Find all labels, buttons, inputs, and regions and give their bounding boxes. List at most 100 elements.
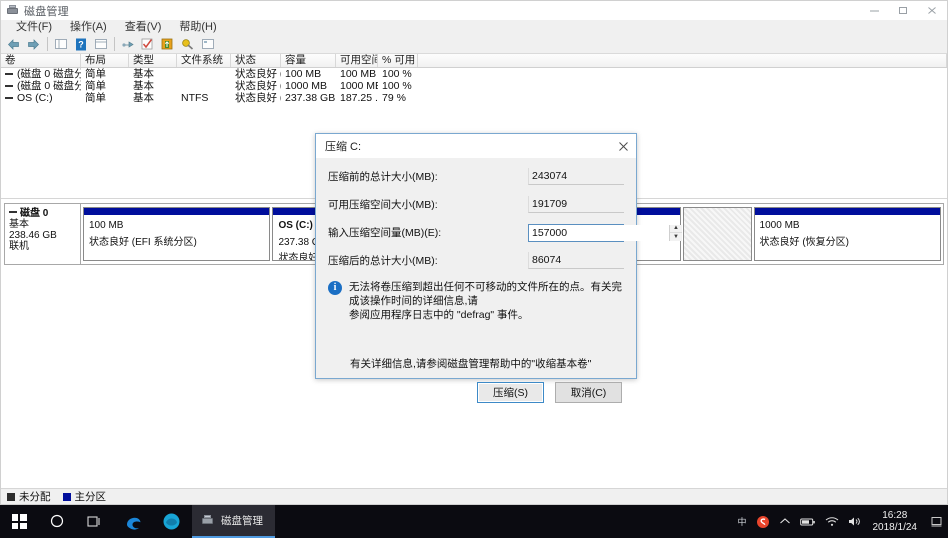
cell-volume: (磁盘 0 磁盘分区 1) (1, 68, 81, 80)
shrink-amount-input[interactable] (529, 224, 669, 241)
shrink-button[interactable]: 压缩(S) (477, 381, 544, 403)
refresh-icon[interactable] (118, 36, 137, 53)
dialog-title-bar: 压缩 C: (316, 134, 636, 158)
column-header-layout[interactable]: 布局 (81, 54, 129, 67)
legend-swatch-primary (62, 492, 71, 501)
menu-bar: 文件(F) 操作(A) 查看(V) 帮助(H) (1, 20, 947, 35)
back-icon[interactable] (4, 36, 23, 53)
taskbar: 磁盘管理 中 16:28 2018/1/24 (0, 505, 948, 538)
cell-filesystem (177, 68, 231, 80)
warning-line-1: 无法将卷压缩到超出任何不可移动的文件所在的点。有关完成该操作时间的详细信息,请 (349, 281, 622, 307)
cell-volume: OS (C:) (1, 92, 81, 104)
disk-status: 联机 (9, 241, 29, 252)
cell-status: 状态良好 (... (235, 92, 281, 104)
system-tray: 中 16:28 2018/1/24 (737, 505, 948, 538)
help-icon[interactable]: ? (71, 36, 90, 53)
partition-hatched[interactable] (683, 207, 752, 261)
cell-capacity: 237.38 GB (285, 92, 336, 104)
toolbar: ? (1, 35, 947, 54)
column-header-percent[interactable]: % 可用 (378, 54, 418, 67)
column-header-filesystem[interactable]: 文件系统 (177, 54, 231, 67)
all-tasks-icon[interactable] (178, 36, 197, 53)
windows-logo-icon (11, 514, 27, 529)
title-bar: 磁盘管理 (1, 1, 947, 20)
toolbar-separator (114, 37, 115, 51)
shrink-amount-stepper[interactable]: ▲ ▼ (669, 224, 682, 241)
show-hide-console-tree-icon[interactable] (51, 36, 70, 53)
stepper-down-icon[interactable]: ▼ (670, 233, 682, 241)
show-desktop-button[interactable] (930, 505, 942, 538)
cell-type: 基本 (133, 80, 154, 92)
window-title: 磁盘管理 (24, 5, 69, 18)
task-view-button[interactable] (76, 505, 114, 538)
warning-text: 无法将卷压缩到超出任何不可移动的文件所在的点。有关完成该操作时间的详细信息,请 … (349, 280, 624, 322)
shrink-volume-dialog: 压缩 C: 压缩前的总计大小(MB): 243074 可用压缩空间大小(MB):… (315, 133, 682, 403)
ime-icon[interactable]: 中 (737, 515, 746, 528)
edge-browser-icon (126, 517, 140, 530)
volume-icon[interactable] (848, 516, 862, 527)
partition-efi[interactable]: 100 MB 状态良好 (EFI 系统分区) (83, 207, 271, 261)
legend-swatch-unallocated (7, 492, 15, 501)
stepper-up-icon[interactable]: ▲ (670, 225, 682, 233)
cancel-button[interactable]: 取消(C) (555, 381, 622, 403)
column-header-status[interactable]: 状态 (231, 54, 281, 67)
table-row[interactable]: (磁盘 0 磁盘分区 4) 简单 基本 状态良好 (... 1000 MB 10… (1, 80, 947, 92)
field-row-shrink-amount: 输入压缩空间量(MB)(E): ▲ ▼ (328, 223, 682, 242)
column-header-capacity[interactable]: 容量 (281, 54, 336, 67)
maximize-button[interactable] (889, 1, 918, 20)
cell-type: 基本 (133, 92, 154, 104)
view-icon[interactable] (198, 36, 217, 53)
clock[interactable]: 16:28 2018/1/24 (873, 510, 918, 534)
show-hidden-icons-icon[interactable] (779, 517, 791, 526)
taskbar-task-disk-management[interactable]: 磁盘管理 (192, 505, 275, 538)
partition-color-bar (84, 208, 270, 215)
menu-view[interactable]: 查看(V) (116, 20, 171, 35)
search-button[interactable] (38, 505, 76, 538)
legend-unallocated: 未分配 (7, 489, 51, 504)
legend-label-primary: 主分区 (74, 491, 107, 503)
menu-help[interactable]: 帮助(H) (170, 20, 225, 35)
search-icon (50, 514, 63, 528)
properties-icon[interactable] (91, 36, 110, 53)
table-row[interactable]: OS (C:) 简单 基本 NTFS 状态良好 (... 237.38 GB 1… (1, 92, 947, 104)
new-volume-icon[interactable] (158, 36, 177, 53)
sogou-icon[interactable] (756, 515, 770, 529)
cell-filesystem: NTFS (181, 92, 209, 104)
partition-status: 状态良好 (恢复分区) (759, 236, 849, 248)
available-shrink-space: 191709 (528, 196, 624, 213)
column-header-free-space[interactable]: 可用空间 (336, 54, 378, 67)
disk-info-panel[interactable]: 磁盘 0 基本 238.46 GB 联机 (5, 204, 81, 264)
rescan-disks-icon[interactable] (138, 36, 157, 53)
minimize-button[interactable] (860, 1, 889, 20)
clock-time: 16:28 (882, 509, 908, 521)
network-icon[interactable] (825, 516, 839, 527)
cortana-button[interactable] (152, 505, 190, 538)
table-row[interactable]: (磁盘 0 磁盘分区 1) 简单 基本 状态良好 (... 100 MB 100… (1, 68, 947, 80)
partition-color-bar (754, 208, 940, 215)
shrink-amount-field[interactable]: ▲ ▼ (528, 223, 682, 242)
menu-action[interactable]: 操作(A) (61, 20, 116, 35)
column-header-type[interactable]: 类型 (129, 54, 177, 67)
dialog-close-button[interactable] (610, 134, 636, 158)
dialog-button-bar: 压缩(S) 取消(C) (316, 371, 636, 413)
column-header-extra[interactable] (418, 54, 947, 67)
disk-type: 基本 (9, 219, 29, 230)
start-button[interactable] (0, 505, 38, 538)
legend-primary-partition: 主分区 (62, 489, 107, 504)
column-header-volume[interactable]: 卷 (1, 54, 81, 67)
label-total-size-after-shrink: 压缩后的总计大小(MB): (328, 255, 438, 267)
disk-name: 磁盘 0 (9, 208, 76, 219)
dialog-title: 压缩 C: (325, 141, 362, 153)
disk-management-icon (200, 514, 214, 527)
close-button[interactable] (918, 1, 947, 20)
cell-free: 100 MB (340, 68, 377, 80)
menu-file[interactable]: 文件(F) (7, 20, 61, 35)
cell-status: 状态良好 (... (235, 68, 281, 80)
edge-browser-button[interactable] (114, 505, 152, 538)
partition-recovery[interactable]: 1000 MB 状态良好 (恢复分区) (753, 207, 941, 261)
svg-text:?: ? (78, 39, 84, 49)
cell-layout: 简单 (85, 80, 106, 92)
battery-icon[interactable] (799, 517, 816, 527)
volume-list-header: 卷 布局 类型 文件系统 状态 容量 可用空间 % 可用 (1, 54, 947, 68)
forward-icon[interactable] (24, 36, 43, 53)
